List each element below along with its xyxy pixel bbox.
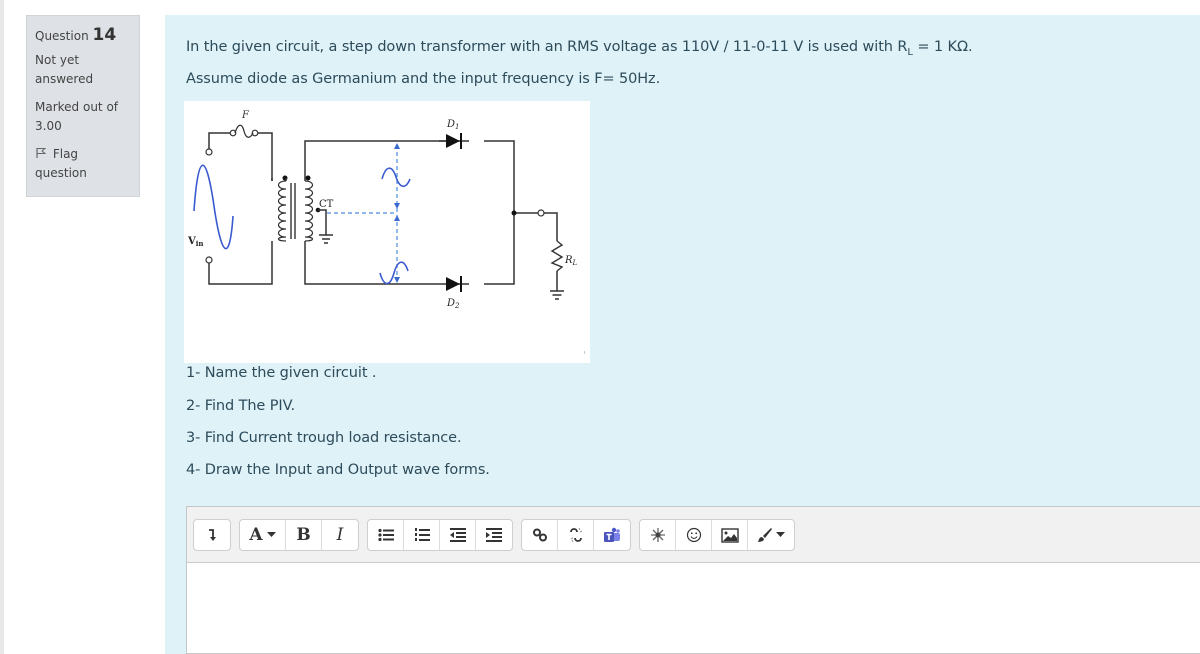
teams-icon	[604, 527, 620, 542]
image-button[interactable]	[712, 520, 748, 550]
unordered-list-icon	[377, 528, 394, 542]
center-tap-label: CT	[319, 199, 334, 210]
question-text-suffix: = 1 KΩ.	[912, 39, 973, 55]
indent-icon	[486, 528, 502, 542]
question-state: Not yet answered	[35, 51, 131, 89]
unordered-list-button[interactable]	[368, 520, 404, 550]
d1-label: D1	[446, 119, 460, 131]
teams-button[interactable]	[594, 520, 630, 550]
editor-toolbar: A B I	[187, 507, 1200, 563]
toolbar-group-style: A B I	[239, 519, 359, 551]
marks-label: Marked out of	[35, 100, 119, 114]
question-text-line-2: Assume diode as Germanium and the input …	[186, 71, 661, 87]
unlink-icon	[569, 527, 582, 543]
d2-label: D2	[446, 298, 460, 310]
page-left-border	[0, 0, 4, 654]
toolbar-group-links	[521, 519, 631, 551]
brush-caret-icon	[776, 532, 785, 537]
indent-button[interactable]	[476, 520, 512, 550]
circuit-diagram: F Vin CT RL D1 D2 ı	[184, 101, 590, 363]
emoji-button[interactable]	[676, 520, 712, 550]
font-color-icon: A	[249, 525, 263, 545]
special-character-icon	[650, 528, 665, 542]
arrow-heads	[394, 143, 400, 283]
question-marks: Marked out of 3.00	[35, 98, 131, 136]
question-number: 14	[92, 25, 117, 45]
input-sine-wave	[193, 164, 234, 250]
vin-label: Vin	[187, 236, 204, 248]
diode-d2: D2	[446, 276, 462, 310]
question-text-line-1: In the given circuit, a step down transf…	[186, 39, 973, 58]
secondary-wave-top	[381, 167, 411, 188]
state-text-2: answered	[35, 72, 94, 86]
outdent-button[interactable]	[440, 520, 476, 550]
toolbar-group-collapse	[193, 519, 231, 551]
input-terminal-bottom	[205, 256, 213, 264]
flag-icon	[36, 148, 47, 158]
question-text-prefix: In the given circuit, a step down transf…	[186, 39, 908, 55]
answer-textarea[interactable]	[187, 563, 1200, 653]
ordered-list-icon	[414, 528, 430, 541]
primary-wires	[208, 132, 273, 285]
fuse-label: F	[241, 110, 250, 121]
center-dashed-lines	[327, 145, 398, 281]
answer-editor: A B I	[186, 506, 1200, 654]
font-color-button[interactable]: A	[240, 520, 286, 550]
question-info-panel: Question 14 Not yet answered Marked out …	[26, 15, 140, 197]
toolbar-group-lists	[367, 519, 513, 551]
emoji-icon	[686, 527, 701, 543]
load-label: RL	[564, 255, 578, 267]
italic-icon: I	[336, 525, 344, 545]
circuit-svg: F Vin CT RL D1 D2 ı	[187, 110, 585, 356]
brush-button[interactable]	[748, 520, 794, 550]
secondary-wires	[271, 140, 558, 291]
collapse-icon	[209, 529, 216, 541]
toolbar-group-insert	[639, 519, 795, 551]
fuse-symbol: F	[229, 110, 259, 138]
output-terminal	[537, 209, 545, 217]
image-icon	[720, 527, 739, 543]
diode-d1: D1	[439, 119, 462, 149]
unlink-button[interactable]	[558, 520, 594, 550]
flag-text-2: question	[35, 166, 87, 180]
link-button[interactable]	[522, 520, 558, 550]
link-icon	[532, 528, 547, 542]
question-label: Question	[35, 29, 89, 43]
outdent-icon	[449, 528, 466, 542]
ground-ct	[319, 234, 333, 244]
question-number-heading: Question 14	[35, 25, 131, 45]
state-text: Not yet	[35, 53, 80, 67]
brush-icon	[758, 528, 772, 542]
bold-icon: B	[296, 525, 311, 545]
output-junction	[511, 210, 517, 216]
ordered-list-button[interactable]	[404, 520, 440, 550]
ground-load	[550, 290, 564, 300]
bold-button[interactable]: B	[286, 520, 322, 550]
flag-question-link[interactable]: Flag question	[35, 145, 131, 183]
flag-text: Flag	[52, 147, 79, 161]
italic-button[interactable]: I	[322, 520, 358, 550]
load-resistor	[550, 240, 564, 272]
input-terminal-top	[205, 148, 213, 156]
task-2: 2- Find The PIV.	[186, 398, 296, 414]
question-content: In the given circuit, a step down transf…	[165, 15, 1200, 654]
marks-value: 3.00	[35, 119, 62, 133]
secondary-wave-bottom	[379, 261, 409, 285]
diagram-mark: ı	[584, 350, 585, 356]
collapse-button[interactable]	[194, 520, 230, 550]
task-4: 4- Draw the Input and Output wave forms.	[186, 462, 490, 478]
task-3: 3- Find Current trough load resistance.	[186, 430, 462, 446]
special-character-button[interactable]	[640, 520, 676, 550]
dropdown-caret-icon	[266, 532, 276, 537]
task-1: 1- Name the given circuit .	[186, 365, 377, 381]
